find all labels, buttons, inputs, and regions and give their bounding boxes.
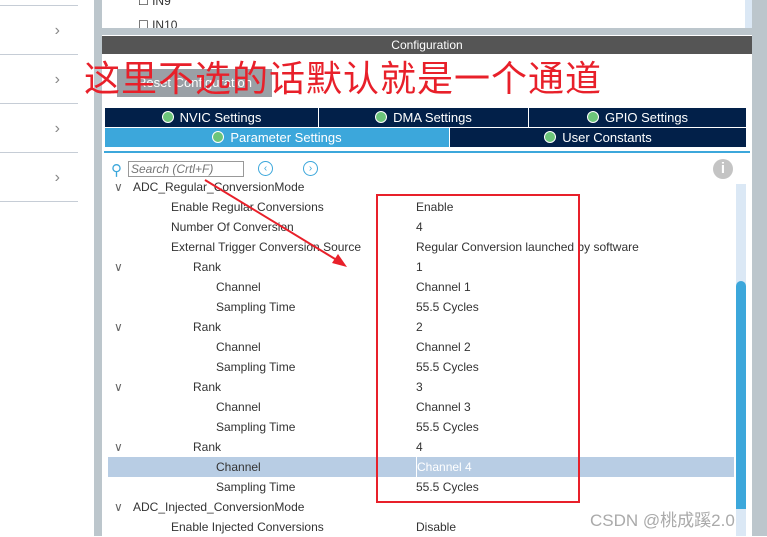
annotation-box bbox=[376, 194, 580, 503]
watermark: CSDN @桃成蹊2.0 bbox=[590, 511, 735, 530]
